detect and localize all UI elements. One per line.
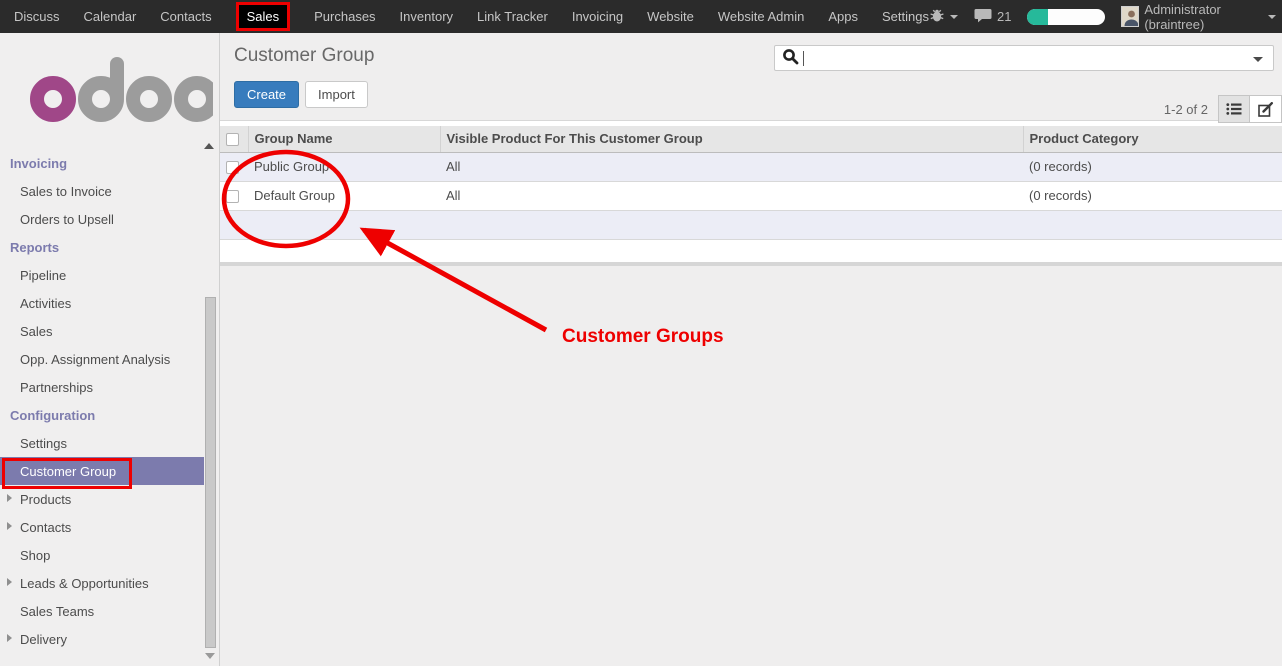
scroll-up-icon[interactable] (204, 143, 214, 149)
nav-item-link-tracker[interactable]: Link Tracker (477, 9, 548, 24)
sidebar-item-activities[interactable]: Activities (0, 289, 219, 317)
sidebar-item-leads-opportunities[interactable]: Leads & Opportunities (0, 569, 219, 597)
chevron-down-icon (950, 15, 958, 19)
sidebar-item-settings[interactable]: Settings (0, 429, 219, 457)
row-checkbox[interactable] (226, 161, 239, 174)
table-row[interactable]: Public Group All (0 records) (220, 152, 1282, 181)
sidebar-item-products[interactable]: Products (0, 485, 219, 513)
messages-menu[interactable]: 21 (974, 8, 1011, 26)
sidebar-item-delivery[interactable]: Delivery (0, 625, 219, 653)
sidebar-heading-invoicing: Invoicing (0, 149, 219, 177)
top-nav-menu: Discuss Calendar Contacts Sales Purchase… (0, 0, 929, 33)
row-checkbox[interactable] (226, 190, 239, 203)
expand-arrow-icon[interactable] (7, 578, 12, 586)
table-empty-row (220, 239, 1282, 262)
cell-group-name[interactable]: Public Group (248, 152, 440, 181)
search-icon (782, 48, 799, 68)
sidebar-item-sales[interactable]: Sales (0, 317, 219, 345)
user-name: Administrator (braintree) (1144, 2, 1263, 32)
sidebar-heading-reports: Reports (0, 233, 219, 261)
nav-item-website[interactable]: Website (647, 9, 694, 24)
row-select-cell (220, 152, 248, 181)
main-panel: Customer Group Create Import (220, 33, 1282, 666)
scroll-down-icon[interactable] (205, 653, 215, 659)
chevron-down-icon (1268, 15, 1276, 19)
table-empty-row (220, 210, 1282, 239)
nav-item-settings[interactable]: Settings (882, 9, 929, 24)
cell-visible-product[interactable]: All (440, 181, 1023, 210)
nav-item-inventory[interactable]: Inventory (400, 9, 453, 24)
nav-item-sales[interactable]: Sales (236, 2, 291, 31)
column-header-group-name[interactable]: Group Name (248, 126, 440, 152)
pager-row: 1-2 of 2 (1164, 95, 1282, 123)
control-panel-right: 1-2 of 2 (774, 45, 1282, 120)
nav-item-contacts[interactable]: Contacts (160, 9, 211, 24)
cell-product-category[interactable]: (0 records) (1023, 181, 1282, 210)
page-title: Customer Group (234, 45, 374, 67)
action-buttons: Create Import (234, 81, 374, 108)
row-select-cell (220, 181, 248, 210)
timer-progress-bar (1027, 9, 1105, 25)
nav-item-apps[interactable]: Apps (828, 9, 858, 24)
list-view-button[interactable] (1218, 95, 1250, 123)
search-filters-caret-icon[interactable] (1253, 57, 1263, 62)
cell-visible-product[interactable]: All (440, 152, 1023, 181)
empty-background (220, 266, 1282, 666)
timer-progress-fill (1027, 9, 1048, 25)
sidebar-item-pipeline[interactable]: Pipeline (0, 261, 219, 289)
create-button[interactable]: Create (234, 81, 299, 108)
top-nav-bar: Discuss Calendar Contacts Sales Purchase… (0, 0, 1282, 33)
expand-arrow-icon[interactable] (7, 522, 12, 530)
sidebar-item-opp-assignment-analysis[interactable]: Opp. Assignment Analysis (0, 345, 219, 373)
sidebar-menu: Invoicing Sales to Invoice Orders to Ups… (0, 135, 219, 653)
cell-group-name[interactable]: Default Group (248, 181, 440, 210)
sidebar-item-shop[interactable]: Shop (0, 541, 219, 569)
select-all-checkbox[interactable] (226, 133, 239, 146)
sidebar-item-customer-group[interactable]: Customer Group (0, 457, 204, 485)
nav-item-discuss[interactable]: Discuss (14, 9, 60, 24)
sidebar-item-sales-to-invoice[interactable]: Sales to Invoice (0, 177, 219, 205)
user-menu[interactable]: Administrator (braintree) (1121, 2, 1276, 32)
import-button[interactable]: Import (305, 81, 368, 108)
column-header-visible-product[interactable]: Visible Product For This Customer Group (440, 126, 1023, 152)
list-view: Group Name Visible Product For This Cust… (220, 121, 1282, 266)
control-panel: Customer Group Create Import (220, 33, 1282, 121)
pager-range: 1-2 of 2 (1164, 102, 1208, 117)
control-panel-left: Customer Group Create Import (234, 45, 374, 120)
bug-icon (929, 7, 945, 26)
sidebar-item-orders-to-upsell[interactable]: Orders to Upsell (0, 205, 219, 233)
cell-product-category[interactable]: (0 records) (1023, 152, 1282, 181)
debug-menu[interactable] (929, 7, 958, 26)
expand-arrow-icon[interactable] (7, 494, 12, 502)
sidebar-item-contacts[interactable]: Contacts (0, 513, 219, 541)
form-view-button[interactable] (1250, 95, 1282, 123)
odoo-logo[interactable] (0, 33, 219, 135)
odoo-app-window: Discuss Calendar Contacts Sales Purchase… (0, 0, 1282, 666)
search-box (774, 45, 1274, 71)
table-row[interactable]: Default Group All (0 records) (220, 181, 1282, 210)
expand-arrow-icon[interactable] (7, 634, 12, 642)
view-switcher (1218, 95, 1282, 123)
nav-item-invoicing[interactable]: Invoicing (572, 9, 623, 24)
select-all-cell (220, 126, 248, 152)
nav-item-website-admin[interactable]: Website Admin (718, 9, 804, 24)
nav-item-calendar[interactable]: Calendar (84, 9, 137, 24)
chat-bubble-icon (974, 8, 992, 26)
avatar (1121, 6, 1139, 27)
table-header-row: Group Name Visible Product For This Cust… (220, 126, 1282, 152)
sidebar: Invoicing Sales to Invoice Orders to Ups… (0, 33, 220, 666)
sidebar-heading-configuration: Configuration (0, 401, 219, 429)
top-nav-systray: 21 Administrator (braintree) (929, 0, 1282, 33)
search-input[interactable] (804, 46, 1249, 70)
nav-item-purchases[interactable]: Purchases (314, 9, 375, 24)
content-area: Invoicing Sales to Invoice Orders to Ups… (0, 33, 1282, 666)
sidebar-item-sales-teams[interactable]: Sales Teams (0, 597, 219, 625)
column-header-product-category[interactable]: Product Category (1023, 126, 1282, 152)
sidebar-item-partnerships[interactable]: Partnerships (0, 373, 219, 401)
messages-count: 21 (997, 9, 1011, 24)
sidebar-scrollbar[interactable] (205, 297, 216, 648)
